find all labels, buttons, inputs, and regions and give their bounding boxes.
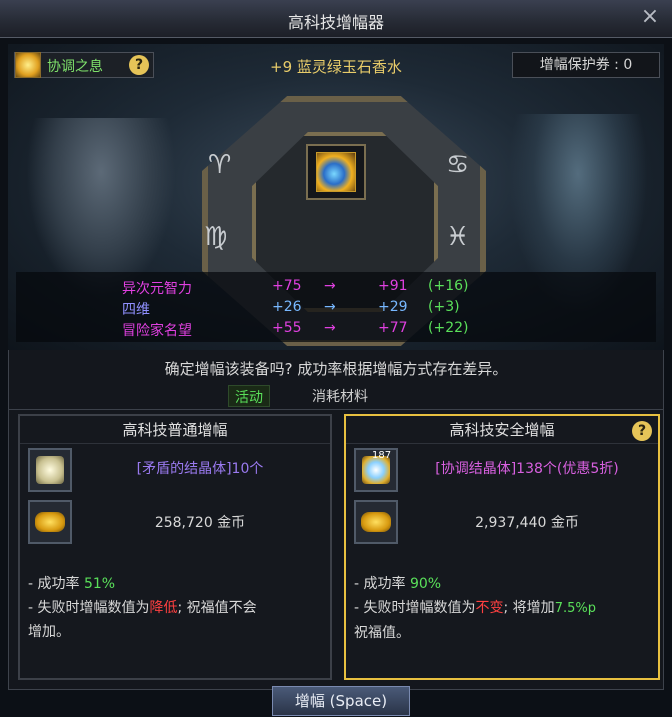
set-label: 协调之息 xyxy=(47,59,103,75)
stat-row: 异次元智力 +75 → +91 (+16) xyxy=(16,278,656,300)
item-name: +9 蓝灵绿玉石香水 xyxy=(270,58,402,76)
rune-glyph: ♋ xyxy=(446,150,470,180)
stat-from: +26 xyxy=(272,299,302,315)
stat-name: 异次元智力 xyxy=(122,281,192,297)
normal-amplify-panel[interactable]: 高科技普通增幅 [矛盾的结晶体]10个 258,720 金币 - 成功率 51%… xyxy=(18,414,332,680)
stat-diff: (+3) xyxy=(428,299,460,315)
gold-coin-icon xyxy=(361,512,391,532)
stat-to: +91 xyxy=(378,278,408,294)
fail-line-2: 增加。 xyxy=(28,624,70,640)
protect-label: 增幅保护券 : xyxy=(539,57,619,73)
rune-glyph: ♓ xyxy=(446,222,470,252)
safe-amplify-panel[interactable]: 高科技安全增幅 ? 187 [协调结晶体]138个(优惠5折) 2,937,44… xyxy=(344,414,660,680)
stat-name: 冒险家名望 xyxy=(122,323,192,339)
title-bar: 高科技增幅器 × xyxy=(0,0,672,38)
stat-diff: (+22) xyxy=(428,320,469,336)
rate-prefix: - 成功率 xyxy=(28,576,84,592)
set-emblem-icon xyxy=(15,52,41,78)
rate-prefix: - 成功率 xyxy=(354,576,410,592)
fail-value: 降低 xyxy=(149,600,178,616)
arrow-right-icon: → xyxy=(324,320,336,336)
confirm-text: 确定增幅该装备吗? 成功率根据增幅方式存在差异。 xyxy=(164,360,508,378)
window-title: 高科技增幅器 xyxy=(287,13,384,32)
fail-value: 不变 xyxy=(475,600,504,616)
arrow-right-icon: → xyxy=(324,278,336,294)
tab-event[interactable]: 活动 xyxy=(228,385,270,407)
stat-to: +77 xyxy=(378,320,408,336)
fail-prefix: - 失败时增幅数值为 xyxy=(354,600,476,616)
stat-name: 四维 xyxy=(122,302,150,318)
perfume-item-icon xyxy=(316,152,356,192)
gold-coin-icon xyxy=(35,512,65,532)
fail-line-2: 祝福值。 xyxy=(354,625,410,641)
gold-slot xyxy=(354,500,398,544)
stat-to: +29 xyxy=(378,299,408,315)
material-text: [矛盾的结晶体]10个 xyxy=(136,461,264,477)
gold-cost: 2,937,440 金币 xyxy=(475,515,579,531)
gold-slot xyxy=(28,500,72,544)
stat-diff: (+16) xyxy=(428,278,469,294)
success-rate-line: - 成功率 90% xyxy=(354,572,650,596)
tab-materials[interactable]: 消耗材料 xyxy=(306,385,374,407)
close-icon[interactable]: × xyxy=(638,6,662,30)
skull-statue-image xyxy=(26,118,176,298)
protect-ticket-counter: 增幅保护券 : 0 xyxy=(512,52,660,78)
rune-glyph: ♈ xyxy=(208,150,232,180)
stack-count: 187 xyxy=(372,450,392,461)
stat-row: 冒险家名望 +55 → +77 (+22) xyxy=(16,320,656,342)
material-slot[interactable] xyxy=(28,448,72,492)
success-rate-line: - 成功率 51% xyxy=(28,572,322,596)
fail-suffix: ; 祝福值不会 xyxy=(177,600,257,616)
fail-line: - 失败时增幅数值为降低; 祝福值不会 xyxy=(28,596,322,620)
amplify-button[interactable]: 增幅 (Space) xyxy=(272,686,410,716)
stat-from: +55 xyxy=(272,320,302,336)
panel-title: 高科技安全增幅 xyxy=(346,416,658,444)
protect-value: 0 xyxy=(623,57,633,73)
rune-glyph: ♍ xyxy=(204,222,228,252)
panel-title: 高科技普通增幅 xyxy=(20,416,330,444)
stat-row: 四维 +26 → +29 (+3) xyxy=(16,299,656,321)
arrow-right-icon: → xyxy=(324,299,336,315)
success-rate-value: 51% xyxy=(83,576,116,592)
crystal-icon xyxy=(36,456,64,484)
item-slot[interactable] xyxy=(306,144,366,200)
bless-value: 7.5%p xyxy=(554,601,596,616)
help-icon[interactable]: ? xyxy=(632,421,652,441)
gold-cost: 258,720 金币 xyxy=(154,515,246,531)
material-text: [协调结晶体]138个(优惠5折) xyxy=(435,461,619,477)
fail-suffix: ; 将增加 xyxy=(503,600,555,616)
stat-preview: 异次元智力 +75 → +91 (+16) 四维 +26 → +29 (+3) … xyxy=(16,272,656,342)
tab-bar: 活动 消耗材料 xyxy=(8,382,664,410)
material-slot[interactable]: 187 xyxy=(354,448,398,492)
fail-prefix: - 失败时增幅数值为 xyxy=(28,600,150,616)
fail-line: - 失败时增幅数值为不变; 将增加7.5%p xyxy=(354,596,650,621)
success-rate-value: 90% xyxy=(409,576,442,592)
panel-description: - 成功率 51% - 失败时增幅数值为降低; 祝福值不会 增加。 xyxy=(28,572,322,644)
set-bonus-pill[interactable]: 协调之息 ? xyxy=(14,52,154,78)
panel-description: - 成功率 90% - 失败时增幅数值为不变; 将增加7.5%p 祝福值。 xyxy=(354,572,650,645)
stat-from: +75 xyxy=(272,278,302,294)
help-icon[interactable]: ? xyxy=(129,55,149,75)
